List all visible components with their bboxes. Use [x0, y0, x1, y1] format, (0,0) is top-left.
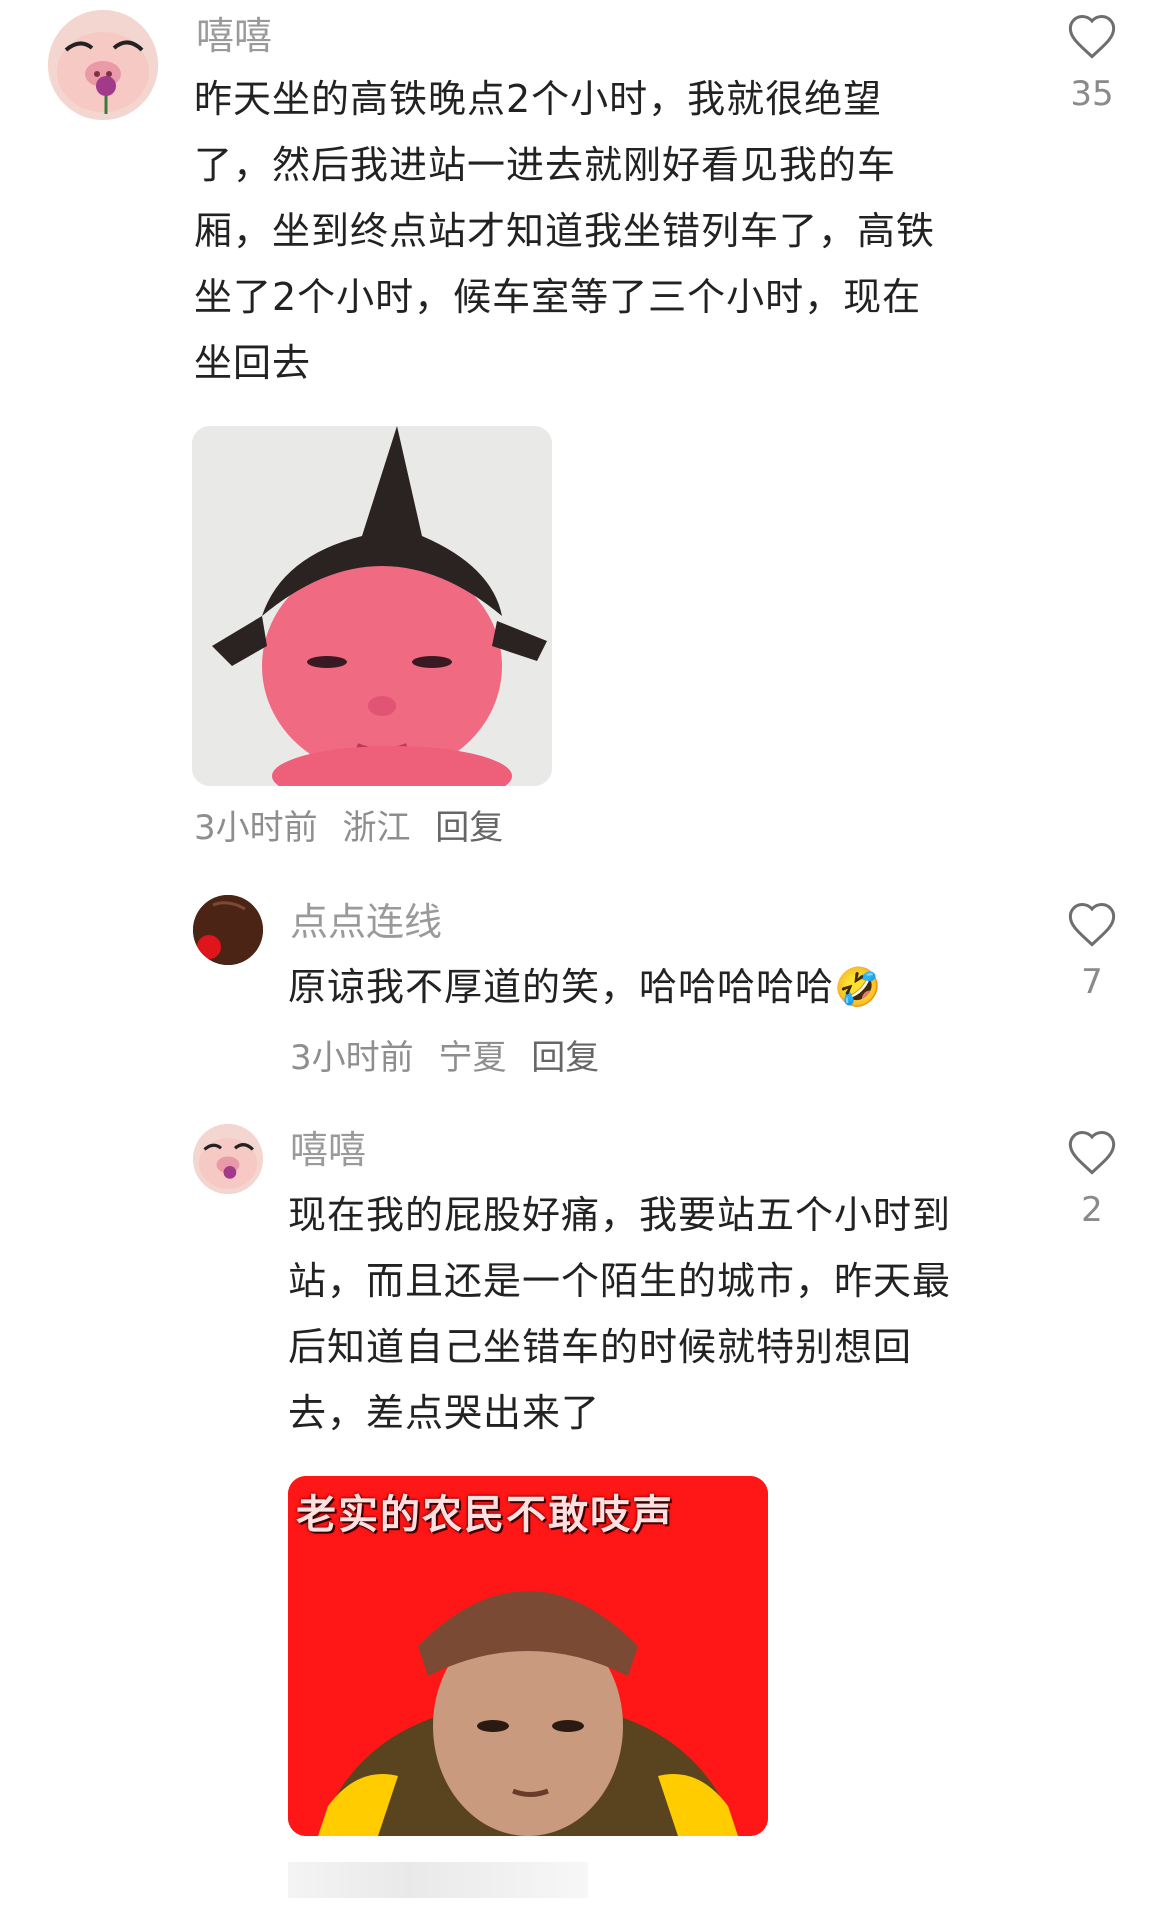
comment-line: 现在我的屁股好痛，我要站五个小时到: [288, 1193, 952, 1237]
avatar[interactable]: [48, 10, 158, 120]
comment-location: 宁夏: [438, 1038, 507, 1078]
comment-text: 现在我的屁股好痛，我要站五个小时到 站，而且还是一个陌生的城市，昨天最 后知道自…: [288, 1182, 1028, 1446]
comment-time: 3小时前: [194, 808, 318, 848]
like-count: 35: [1070, 74, 1114, 114]
comment-text: 原谅我不厚道的笑，哈哈哈哈哈🤣: [288, 965, 883, 1009]
comment-line: 了，然后我进站一进去就刚好看见我的车: [194, 143, 897, 187]
heart-outline-icon[interactable]: [1066, 900, 1118, 948]
comment-username[interactable]: 嘻嘻: [290, 1128, 366, 1172]
heart-outline-icon[interactable]: [1066, 12, 1118, 60]
comment-text: 昨天坐的高铁晚点2个小时，我就很绝望 了，然后我进站一进去就刚好看见我的车 厢，…: [194, 66, 1014, 396]
like-count: 7: [1081, 962, 1103, 1002]
dark-avatar-icon: [193, 895, 263, 965]
pig-avatar-icon: [48, 10, 158, 120]
comment-line: 昨天坐的高铁晚点2个小时，我就很绝望: [194, 77, 883, 121]
like-column: 7: [1042, 900, 1142, 1002]
like-count: 2: [1081, 1190, 1103, 1230]
comment-line: 站，而且还是一个陌生的城市，昨天最: [288, 1259, 952, 1303]
comment-image-baby-meme[interactable]: [192, 426, 552, 786]
avatar[interactable]: [193, 1124, 263, 1194]
comment-line: 去，差点哭出来了: [288, 1391, 601, 1435]
comment-line: 坐回去: [194, 341, 312, 385]
comment-location: 浙江: [342, 808, 411, 848]
comment-line: 厢，坐到终点站才知道我坐错列车了，高铁: [194, 209, 936, 253]
comment-line: 坐了2个小时，候车室等了三个小时，现在: [194, 275, 922, 319]
faded-partial-content: [288, 1862, 588, 1898]
reply-button[interactable]: 回复: [435, 808, 503, 848]
comment-image-sticker[interactable]: 老实的农民不敢吱声: [288, 1476, 768, 1836]
comment-username[interactable]: 点点连线: [290, 900, 442, 944]
comment-line: 后知道自己坐错车的时候就特别想回: [288, 1325, 913, 1369]
comment-username[interactable]: 嘻嘻: [196, 14, 272, 58]
comment-meta: 3小时前 浙江 回复: [194, 808, 517, 848]
sticker-caption: 老实的农民不敢吱声: [296, 1492, 674, 1538]
reply-button[interactable]: 回复: [531, 1038, 599, 1078]
pig-avatar-icon: [193, 1124, 263, 1194]
baby-meme-image: [192, 426, 552, 786]
comment-meta: 3小时前 宁夏 回复: [290, 1038, 613, 1078]
like-column: 2: [1042, 1128, 1142, 1230]
like-column: 35: [1042, 12, 1142, 114]
avatar[interactable]: [193, 895, 263, 965]
comment-time: 3小时前: [290, 1038, 414, 1078]
heart-outline-icon[interactable]: [1066, 1128, 1118, 1176]
